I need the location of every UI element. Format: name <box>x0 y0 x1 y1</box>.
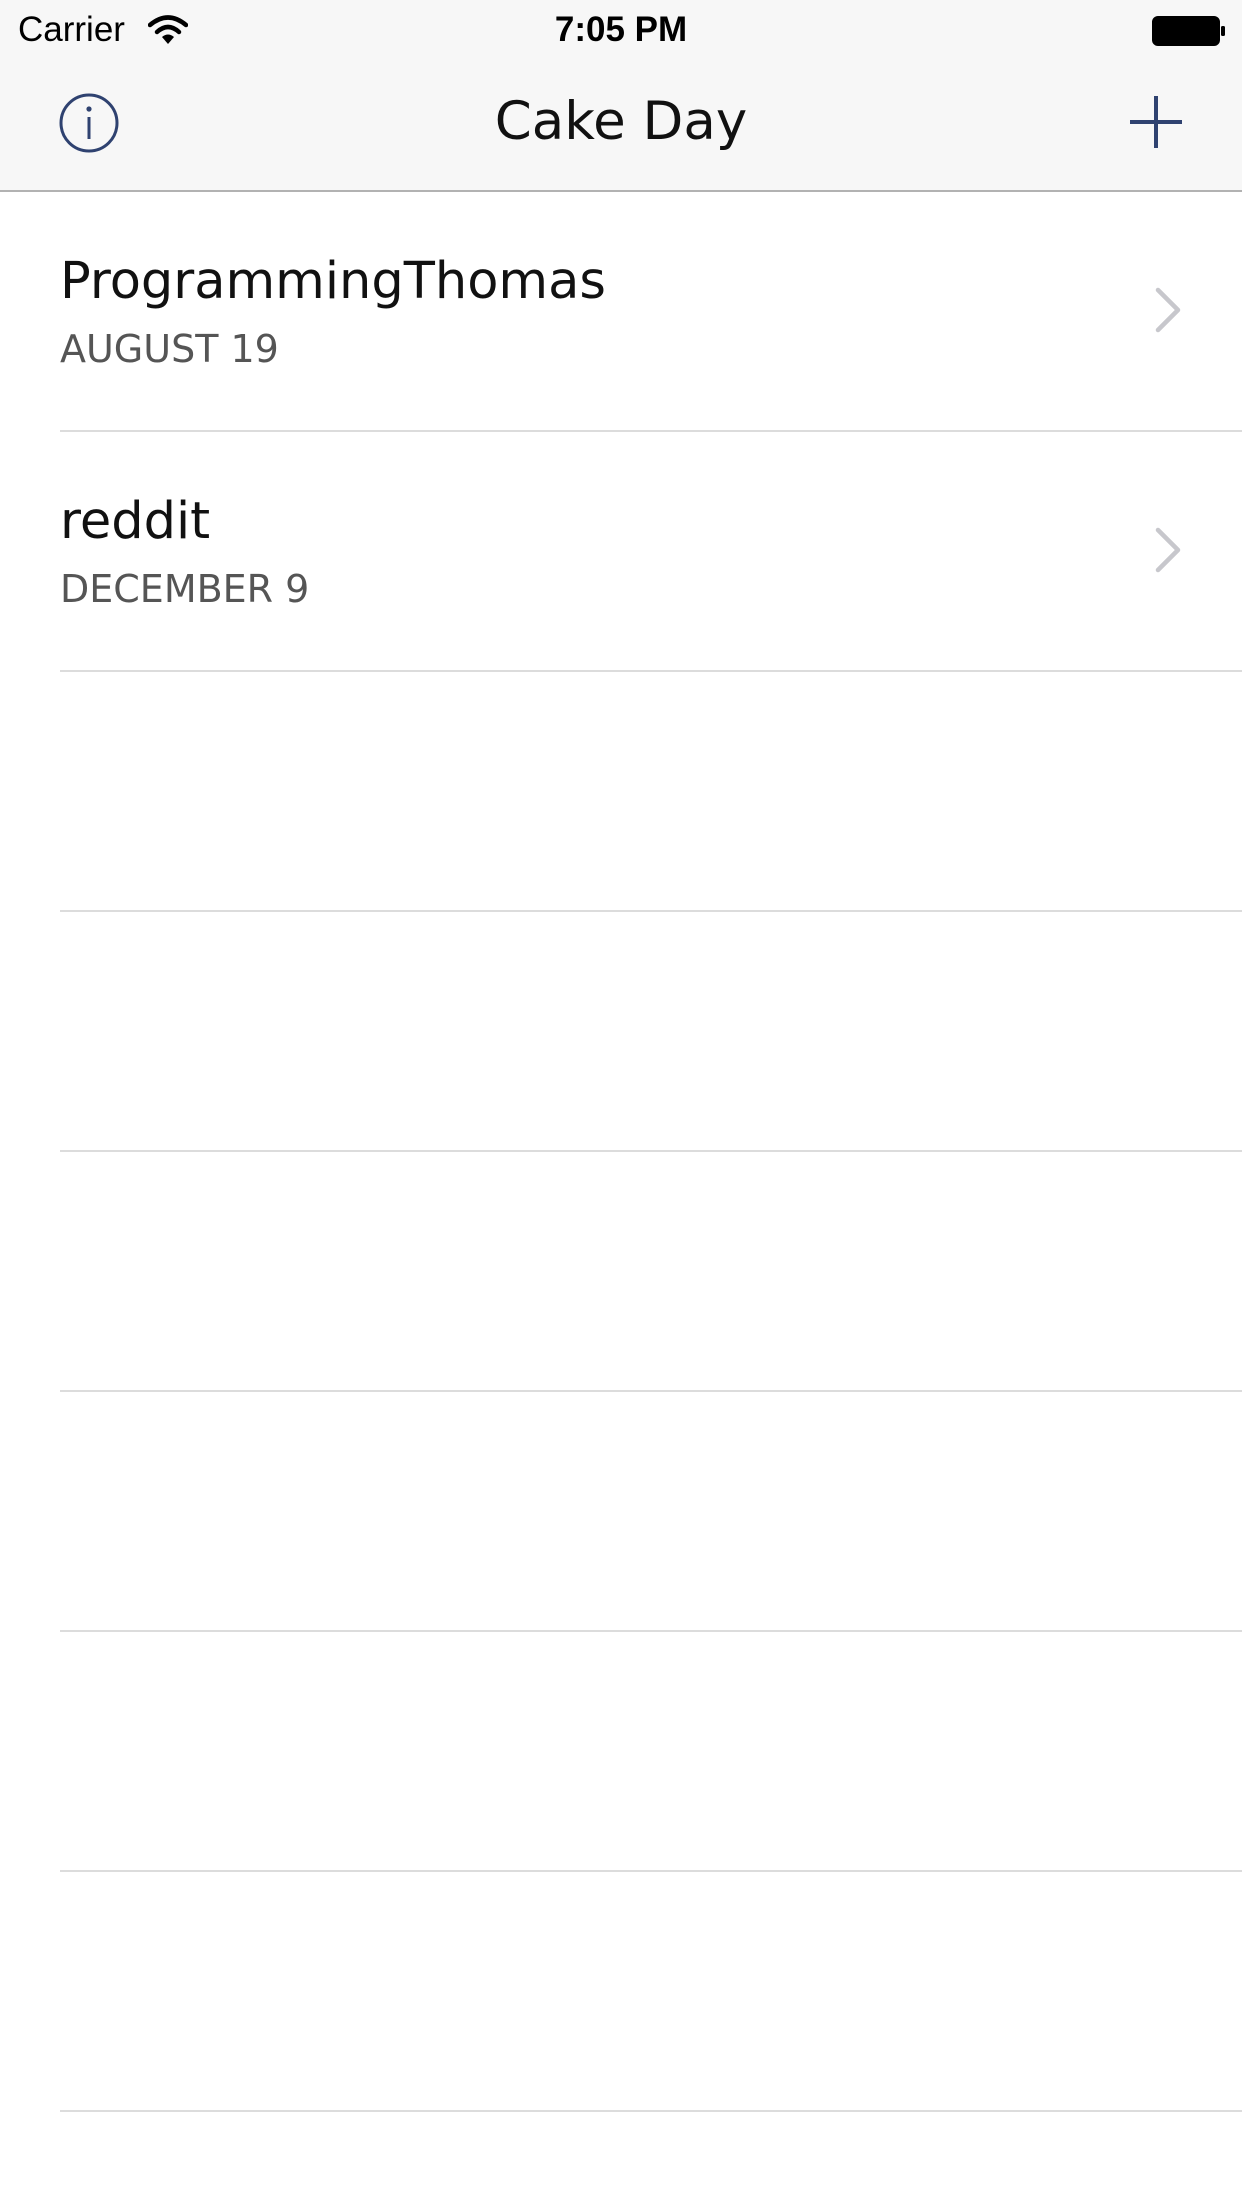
battery-icon <box>1152 16 1225 46</box>
empty-row <box>0 672 1242 912</box>
list-item-title: ProgrammingThomas <box>60 252 606 311</box>
list-item-date: DECEMBER 9 <box>60 567 310 611</box>
empty-row <box>0 1392 1242 1632</box>
app-screen: Carrier 7:05 PM Cake Day ProgrammingThom… <box>0 0 1242 2208</box>
status-time: 7:05 PM <box>554 10 688 49</box>
header: Carrier 7:05 PM Cake Day <box>0 0 1242 192</box>
list-item[interactable]: ProgrammingThomas AUGUST 19 <box>0 192 1242 432</box>
empty-row <box>0 1632 1242 1872</box>
status-bar: Carrier 7:05 PM <box>0 0 1242 60</box>
add-button[interactable] <box>1128 94 1184 150</box>
empty-row <box>0 912 1242 1152</box>
page-title: Cake Day <box>494 91 748 152</box>
empty-row <box>0 1872 1242 2112</box>
cake-day-list: ProgrammingThomas AUGUST 19 reddit DECEM… <box>0 192 1242 2112</box>
list-item[interactable]: reddit DECEMBER 9 <box>0 432 1242 672</box>
chevron-right-icon <box>1155 527 1181 573</box>
navigation-bar: Cake Day <box>0 60 1242 190</box>
list-item-title: reddit <box>60 492 211 551</box>
empty-row <box>0 1152 1242 1392</box>
list-item-date: AUGUST 19 <box>60 327 279 371</box>
chevron-right-icon <box>1155 287 1181 333</box>
